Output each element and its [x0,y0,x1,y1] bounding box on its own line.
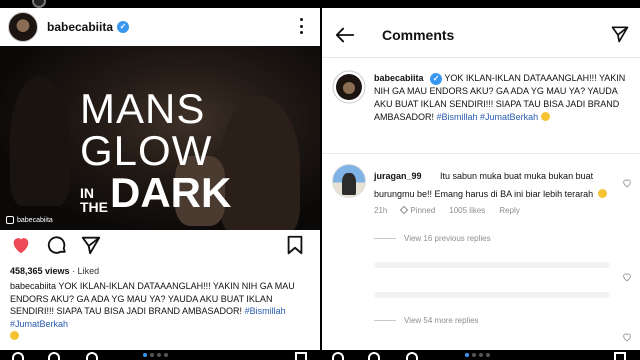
views-line: 458,365 views · Liked [10,266,99,276]
post-header: babecabiita ✓ [0,8,320,46]
comment-likes[interactable]: 1005 likes [449,206,485,215]
bottom-nav [0,350,320,360]
post-image[interactable]: MANS GLOW IN THE DARK babecabiita [0,46,320,230]
comments-panel: Comments babecabiita ✓ YOK IKLAN-IKLAN D… [322,0,640,360]
image-title-line2: GLOW [80,127,213,174]
verified-badge-icon: ✓ [117,21,130,33]
send-icon[interactable] [610,24,630,44]
share-icon[interactable] [86,352,98,360]
hashtag-link[interactable]: #Bismillah [245,306,286,316]
status-strip [322,0,640,8]
bookmark-icon[interactable] [284,234,306,256]
share-icon[interactable] [80,234,102,256]
caption-body: babecabiita ✓ YOK IKLAN-IKLAN DATAAANGLA… [374,72,629,124]
carousel-dots [143,353,168,357]
like-heart-icon[interactable] [332,352,344,360]
comment-meta: 21h Pinned 1005 likes Reply [374,205,520,215]
liked-label: · Liked [69,266,100,276]
comment-icon[interactable] [368,352,380,360]
caption-comment: babecabiita ✓ YOK IKLAN-IKLAN DATAAANGLA… [322,66,640,154]
comment-like-icon[interactable] [622,178,632,188]
bottom-nav [322,350,640,360]
image-title-line1: MANS [80,85,206,132]
reply-placeholder [374,292,610,298]
comment-item: juragan_99 Itu sabun muka buat muka buka… [322,164,640,220]
comment-icon[interactable] [48,352,60,360]
like-heart-icon[interactable] [12,352,24,360]
comment-time: 21h [374,206,388,215]
carousel-dots [465,353,490,357]
laughing-emoji-icon [10,331,19,340]
page-title: Comments [382,27,455,43]
comment-icon[interactable] [46,234,68,256]
image-title-in-the: IN THE [80,185,108,215]
caption-username[interactable]: babecabiita [374,73,424,83]
view-previous-replies[interactable]: View 16 previous replies [374,234,491,243]
comment-body: juragan_99 Itu sabun muka buat muka buka… [374,166,619,202]
comments-header: Comments [322,14,640,58]
image-figure [10,76,70,206]
avatar[interactable] [332,70,366,104]
hashtag-link[interactable]: #JumatBerkah [10,319,68,329]
back-arrow-icon[interactable] [334,24,356,46]
hashtag-link[interactable]: #JumatBerkah [480,112,538,122]
more-options-icon[interactable] [300,18,304,34]
verified-badge-icon: ✓ [430,73,443,85]
image-watermark: babecabiita [6,216,53,224]
post-panel: babecabiita ✓ MANS GLOW IN THE DARK babe… [0,0,320,360]
laughing-emoji-icon [540,112,550,121]
status-strip [0,0,320,8]
views-count[interactable]: 458,365 views [10,266,70,276]
comment-like-icon[interactable] [622,332,632,342]
pin-icon [400,205,409,215]
view-more-replies[interactable]: View 54 more replies [374,316,479,325]
reply-button[interactable]: Reply [499,206,519,215]
instagram-icon [6,216,14,224]
comment-username[interactable]: juragan_99 [374,171,422,181]
post-caption: babecabiita YOK IKLAN-IKLAN DATAAANGLAH!… [10,280,312,343]
avatar[interactable] [332,164,366,198]
story-avatar-icon [32,0,46,8]
share-icon[interactable] [406,352,418,360]
bookmark-icon[interactable] [295,352,307,360]
hashtag-link[interactable]: #Bismillah [437,112,478,122]
image-title-dark: DARK [110,169,232,216]
comment-like-icon[interactable] [622,272,632,282]
reply-placeholder [374,262,610,268]
bookmark-icon[interactable] [614,352,626,360]
pinned-label: Pinned [400,205,435,215]
like-heart-icon[interactable] [10,234,32,256]
avatar[interactable] [8,12,38,42]
action-bar [10,234,310,260]
laughing-emoji-icon [597,189,607,198]
post-username[interactable]: babecabiita [47,20,113,34]
caption-username[interactable]: babecabiita [10,281,56,291]
image-title: MANS GLOW IN THE DARK [80,88,250,214]
